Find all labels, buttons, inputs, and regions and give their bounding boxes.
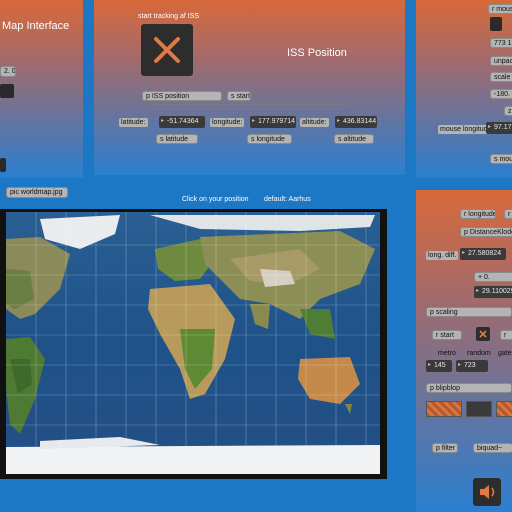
altitude-number[interactable]: 436.83144: [335, 116, 377, 128]
p-iss-position-object[interactable]: p ISS position: [142, 91, 222, 101]
random-label: random: [467, 350, 491, 357]
r-start-object[interactable]: r start: [432, 330, 462, 340]
metro-number[interactable]: 145: [426, 360, 452, 372]
s-start-object[interactable]: s start: [227, 91, 251, 101]
latitude-number[interactable]: -51.74364: [159, 116, 205, 128]
click-position-label: Click on your position: [182, 196, 249, 203]
scale-object[interactable]: scale 0: [490, 72, 512, 82]
longitude-label: longitude:: [210, 118, 245, 127]
gate-label: gate: [498, 350, 512, 357]
latitude-label: latitude:: [119, 118, 148, 127]
altitude-label: altitude:: [300, 118, 329, 127]
signal-meter: [426, 401, 462, 417]
dac-button[interactable]: [473, 478, 501, 506]
s-mouse-object[interactable]: s mous: [490, 154, 512, 164]
r-longitude-object[interactable]: r longitude: [460, 209, 496, 219]
default-city-label: default: Aarhus: [264, 196, 311, 203]
mouse-toggle[interactable]: [490, 17, 502, 31]
sum-number[interactable]: 29.110029: [474, 286, 512, 298]
map-panel: Map Interface 2. 0.: [0, 0, 83, 178]
r-fragment-object-2[interactable]: r: [500, 330, 512, 340]
world-map[interactable]: [0, 209, 387, 479]
longitude-number[interactable]: 177.979714: [250, 116, 296, 128]
toggle-label: start tracking af ISS: [138, 13, 200, 20]
biquad-object[interactable]: biquad~: [473, 443, 512, 453]
map-interface-title: Map Interface: [2, 20, 70, 32]
s-altitude-object[interactable]: s altitude: [334, 134, 374, 144]
signal-meter-2: [466, 401, 492, 417]
x-icon: [479, 330, 487, 338]
p-filter-object[interactable]: p filter: [432, 443, 458, 453]
mouse-list-message[interactable]: 773 15: [490, 38, 512, 48]
iss-panel: start tracking af ISS ISS Position p ISS…: [94, 0, 405, 175]
x-icon: [154, 37, 180, 63]
r-fragment-object[interactable]: r: [504, 209, 512, 219]
signal-meter-3: [496, 401, 512, 417]
mouse-longitude-number[interactable]: 97.17: [486, 122, 512, 134]
p-scaling-object[interactable]: p scaling: [426, 307, 512, 317]
p-blipblop-object[interactable]: p blipblop: [426, 383, 512, 393]
s-longitude-object[interactable]: s longitude: [247, 134, 292, 144]
world-map-image: [6, 212, 380, 474]
speaker-icon: [480, 485, 495, 499]
metro-label: metro: [438, 350, 456, 357]
s-latitude-object[interactable]: s latitude: [156, 134, 198, 144]
number-box-fragment[interactable]: 2. 0.: [0, 66, 16, 77]
sound-panel: r longitude r p DistanceKlodel long. dif…: [416, 190, 512, 512]
pic-worldmap-object[interactable]: pic worldmap.jpg: [6, 187, 68, 198]
random-number[interactable]: 723: [456, 360, 488, 372]
long-diff-number[interactable]: 27.580824: [460, 248, 506, 260]
fragment-object[interactable]: z: [504, 106, 512, 116]
patch-cord-2: [149, 104, 349, 105]
dark-message-fragment-2[interactable]: [0, 158, 6, 172]
long-diff-label: long. diff.: [426, 251, 459, 260]
minus-180-object[interactable]: -180.: [490, 89, 512, 99]
mouse-panel: r mous 773 15 unpack scale 0 -180. z mou…: [416, 0, 512, 178]
tracking-toggle[interactable]: [141, 24, 193, 76]
r-mouse-object[interactable]: r mous: [488, 4, 512, 14]
patch-cord: [146, 78, 147, 91]
p-distance-object[interactable]: p DistanceKlodel: [460, 227, 512, 237]
dark-message-fragment[interactable]: [0, 84, 14, 98]
iss-position-title: ISS Position: [287, 47, 347, 59]
start-toggle[interactable]: [476, 327, 490, 341]
unpack-object[interactable]: unpack: [490, 56, 512, 66]
plus-object[interactable]: + 0.: [474, 272, 512, 282]
